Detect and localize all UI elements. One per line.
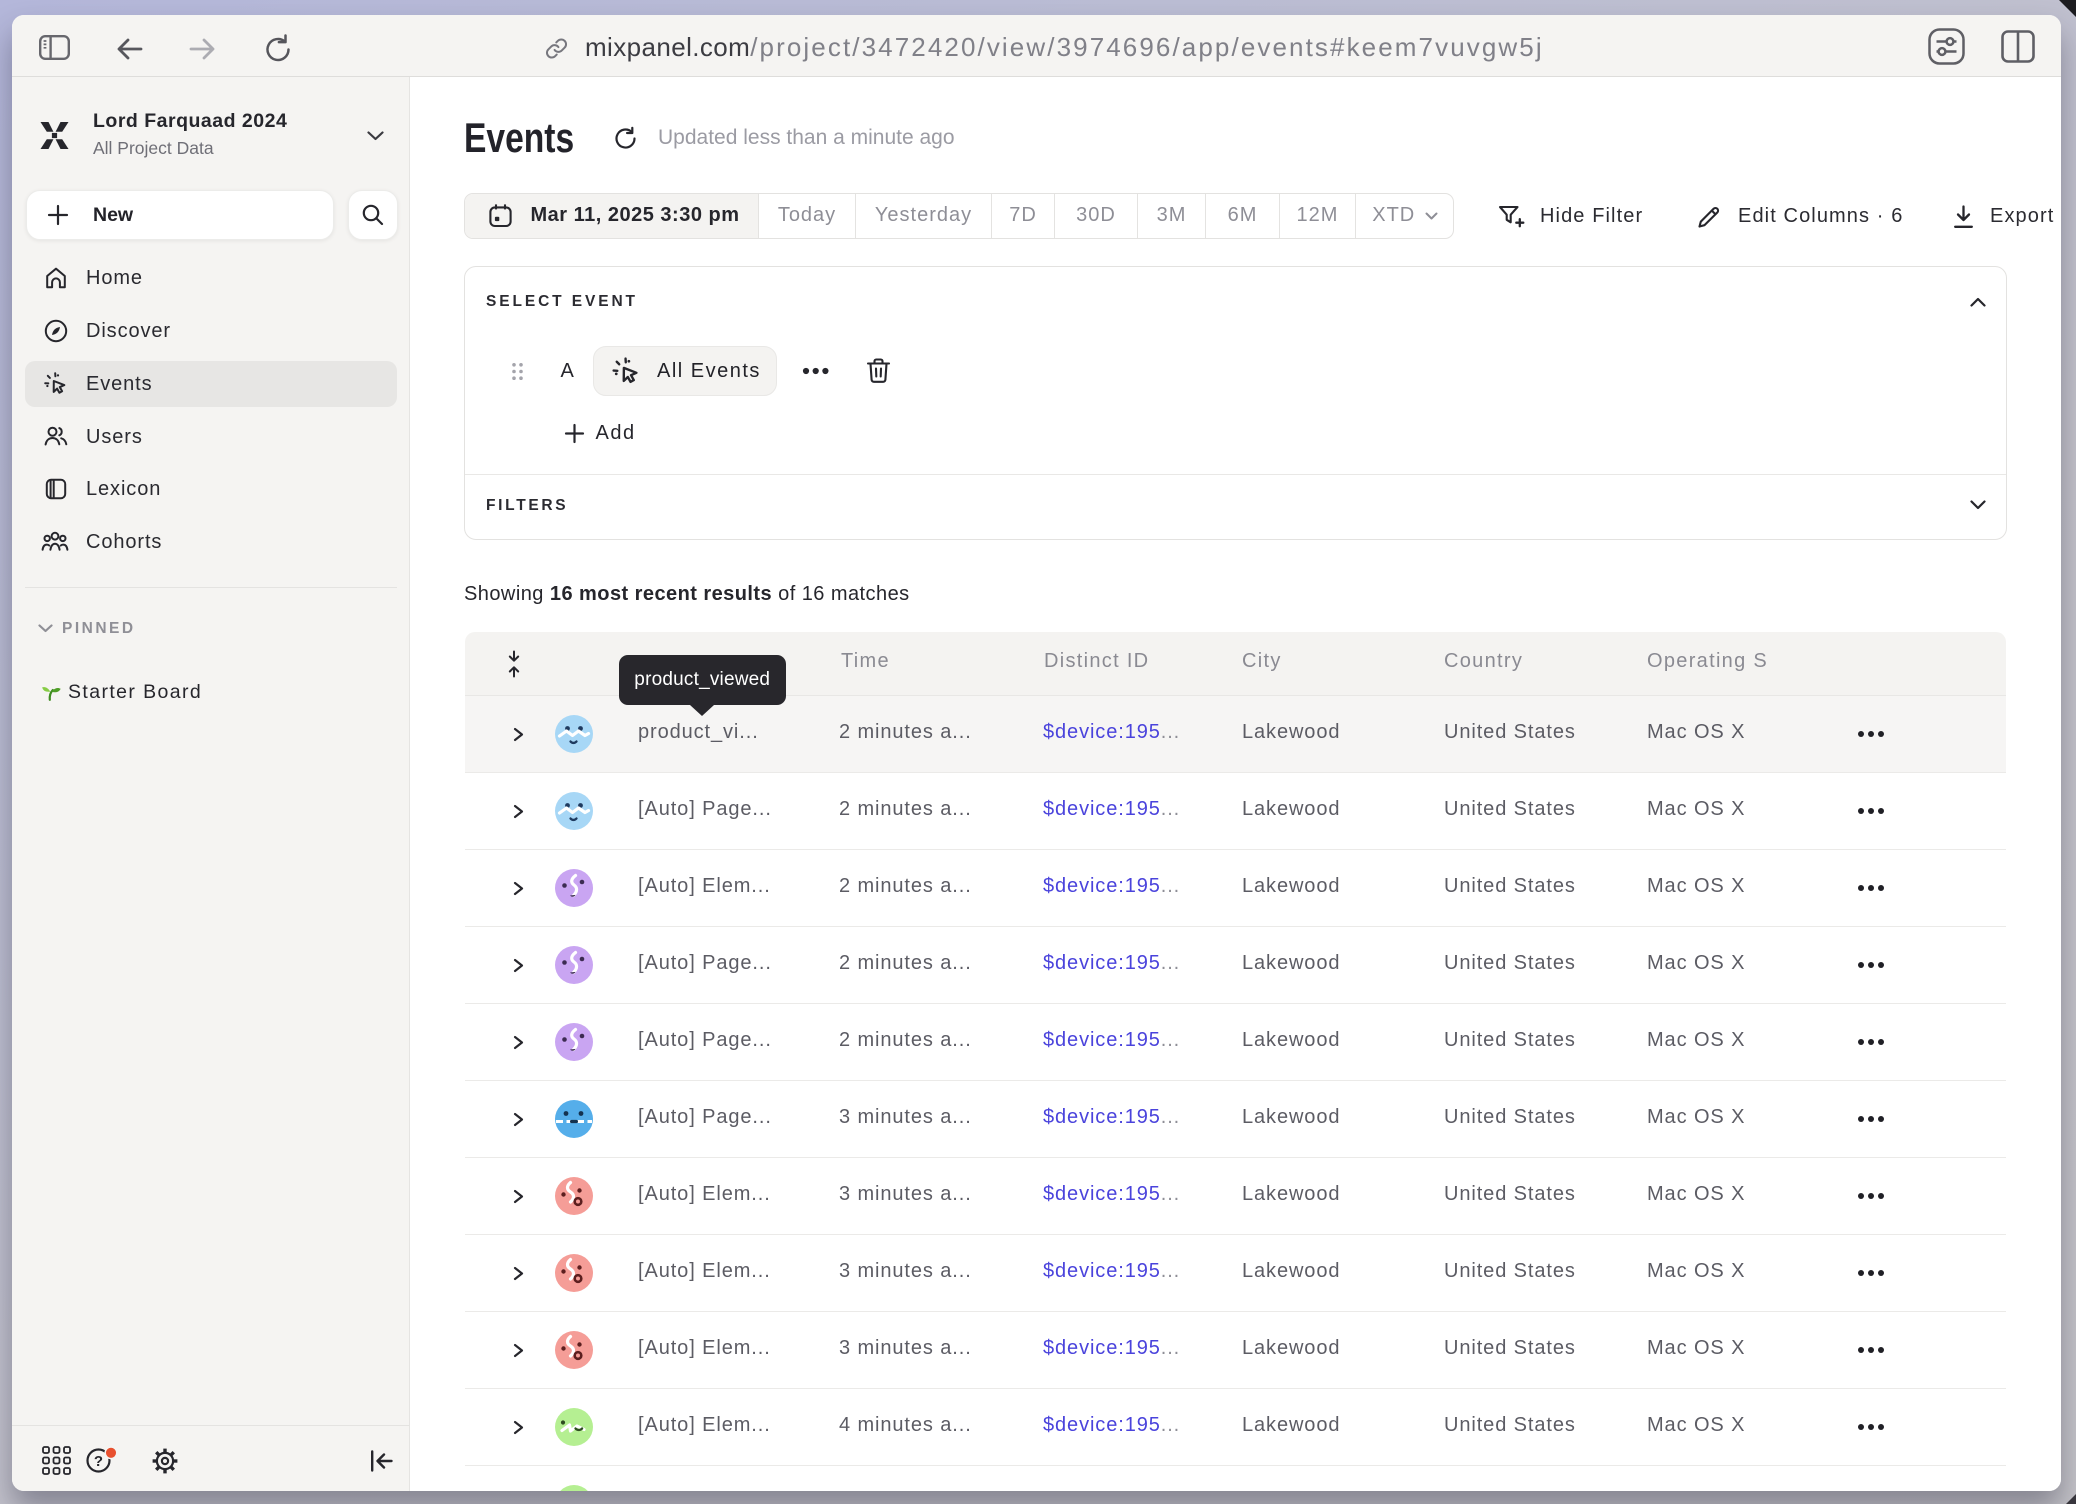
svg-text:?: ? <box>94 1453 103 1470</box>
